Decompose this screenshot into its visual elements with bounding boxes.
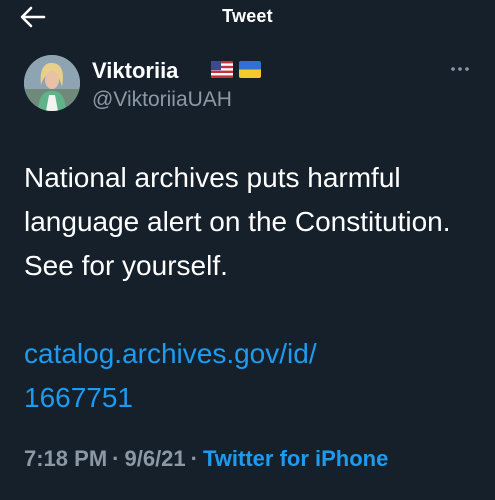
tweet-link[interactable]: catalog.archives.gov/id/ 1667751 [24, 332, 484, 420]
page-title: Tweet [222, 6, 273, 26]
more-options-button[interactable] [447, 62, 473, 76]
separator-dot: · [112, 446, 120, 471]
us-flag-icon [211, 61, 233, 78]
name-flags [211, 61, 261, 78]
tweet-link-line1: catalog.archives.gov/id/ [24, 338, 317, 369]
author-handle[interactable]: @ViktoriiaUAH [92, 88, 232, 112]
ukraine-flag-icon [239, 61, 261, 78]
tweet-source-link[interactable]: Twitter for iPhone [203, 446, 388, 471]
tweet-link-line2: 1667751 [24, 382, 134, 413]
top-bar: Tweet [0, 0, 495, 36]
tweet-date[interactable]: 9/6/21 [124, 446, 185, 471]
more-icon [451, 67, 469, 71]
tweet-metadata: 7:18 PM · 9/6/21 · Twitter for iPhone [24, 446, 388, 472]
tweet-text: National archives puts harmful language … [24, 162, 451, 281]
tweet-time[interactable]: 7:18 PM [24, 446, 107, 471]
tweet-detail-screen: Tweet Viktoriia @ViktoriiaUAH National a… [0, 0, 495, 500]
avatar-image [24, 55, 80, 111]
author-display-name[interactable]: Viktoriia [92, 58, 178, 84]
separator-dot: · [190, 446, 198, 471]
avatar[interactable] [24, 55, 80, 111]
